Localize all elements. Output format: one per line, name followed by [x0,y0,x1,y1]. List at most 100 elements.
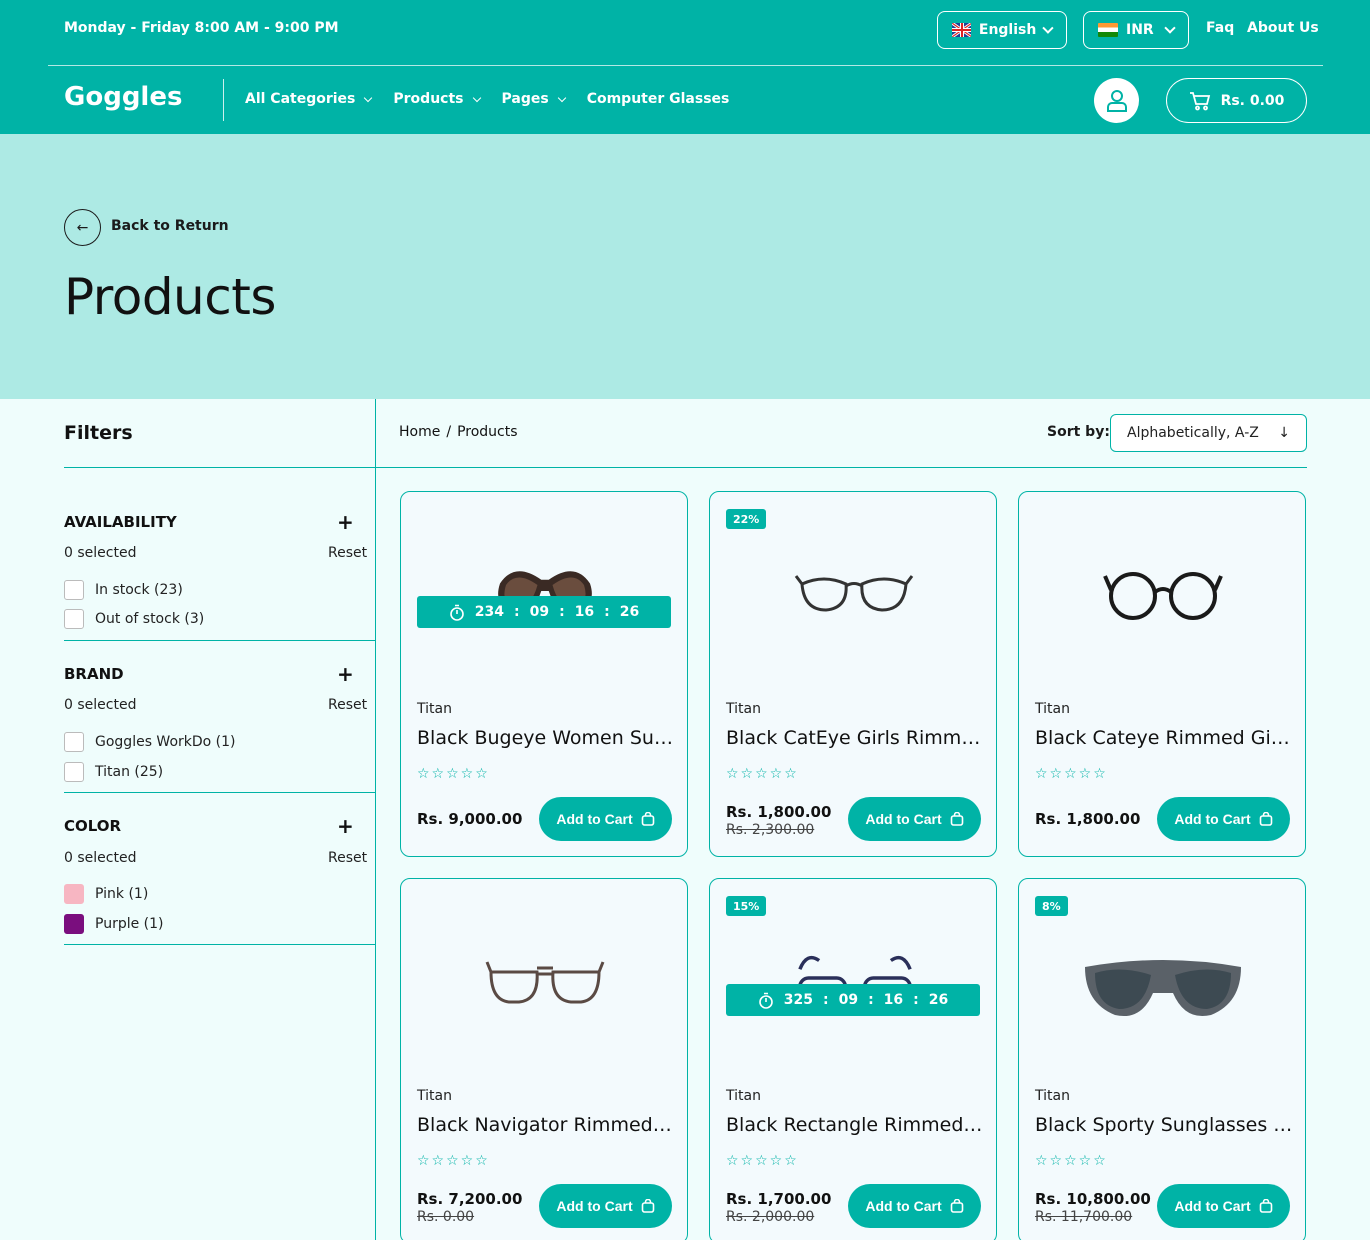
product-card[interactable]: 234: 09: 16: 26 Titan Black Bugeye Women… [400,491,688,857]
cart-total: Rs. 0.00 [1220,92,1285,109]
add-to-cart-button[interactable]: Add to Cart [539,797,672,841]
discount-badge: 8% [1035,896,1068,916]
product-brand: Titan [726,701,761,717]
bag-icon [1259,1199,1272,1213]
bag-icon [641,1199,654,1213]
filter-group-brand-title[interactable]: BRAND [64,665,124,683]
add-to-cart-button[interactable]: Add to Cart [539,1184,672,1228]
checkbox[interactable] [64,732,84,752]
timer-sep: : [822,992,829,1008]
product-price: Rs. 9,000.00 [417,810,523,828]
timer-minutes: 16 [883,992,904,1008]
color-swatch-pink[interactable] [64,884,84,904]
product-name[interactable]: Black Rectangle Rimmed Eyeglasses [726,1114,984,1136]
breadcrumb-separator: / [446,424,452,440]
plus-icon[interactable]: + [337,816,354,836]
nav-computer-glasses-label: Computer Glasses [586,91,730,107]
filter-option-titan[interactable]: Titan (25) [64,762,163,782]
page-hero [0,134,1370,399]
product-name[interactable]: Black Bugeye Women Sunglasses [417,727,675,749]
filter-option-pink[interactable]: Pink (1) [64,884,148,904]
checkbox[interactable] [64,609,84,629]
product-image [1103,572,1223,620]
plus-icon[interactable]: + [337,664,354,684]
add-to-cart-button[interactable]: Add to Cart [1157,797,1290,841]
business-hours: Monday - Friday 8:00 AM - 9:00 PM [64,20,339,36]
filter-reset-link[interactable]: Reset [328,850,367,866]
sidebar-divider [375,399,376,1240]
product-name[interactable]: Black CatEye Girls Rimmed Eyeglasses [726,727,984,749]
product-price: Rs. 7,200.00 [417,1190,523,1208]
filter-selected-count: 0 selected [64,697,137,713]
breadcrumb-home[interactable]: Home [399,424,440,440]
nav-products-label: Products [393,91,464,107]
add-to-cart-label: Add to Cart [865,1198,942,1214]
rating-stars: ☆☆☆☆☆ [417,1153,490,1169]
arrow-down-icon: ↓ [1278,425,1290,441]
product-card[interactable]: Titan Black Navigator Rimmed Eyeglasses … [400,878,688,1240]
add-to-cart-button[interactable]: Add to Cart [1157,1184,1290,1228]
chevron-down-icon [472,93,481,102]
back-button[interactable]: ← [64,209,101,246]
product-price: Rs. 1,800.00 [726,803,832,821]
filter-reset-link[interactable]: Reset [328,545,367,561]
product-name[interactable]: Black Sporty Sunglasses for Men [1035,1114,1293,1136]
discount-badge: 15% [726,896,767,916]
product-brand: Titan [417,701,452,717]
checkbox[interactable] [64,580,84,600]
bag-icon [950,812,963,826]
add-to-cart-button[interactable]: Add to Cart [848,797,981,841]
product-card[interactable]: 15% 325: 09: 16: 26 Titan Black Rectangl… [709,878,997,1240]
add-to-cart-label: Add to Cart [1174,811,1251,827]
discount-badge: 22% [726,509,767,529]
rating-stars: ☆☆☆☆☆ [1035,766,1108,782]
color-swatch-purple[interactable] [64,914,84,934]
timer-sep: : [913,992,919,1008]
filter-group-availability-title[interactable]: AVAILABILITY [64,513,177,531]
filter-divider [64,640,375,641]
filter-option-purple[interactable]: Purple (1) [64,914,164,934]
product-image [794,575,914,612]
product-old-price: Rs. 0.00 [417,1209,475,1225]
filter-option-label: Out of stock (3) [95,611,205,627]
filter-group-color-title[interactable]: COLOR [64,817,121,835]
account-button[interactable] [1094,78,1139,123]
page-title: Products [64,268,276,326]
filter-option-label: Pink (1) [95,886,149,902]
rating-stars: ☆☆☆☆☆ [726,766,799,782]
plus-icon[interactable]: + [337,512,354,532]
cart-icon [1189,91,1210,110]
sort-value: Alphabetically, A-Z [1127,425,1259,441]
cart-button[interactable]: Rs. 0.00 [1166,78,1307,123]
product-card[interactable]: 8% Titan Black Sporty Sunglasses for Men… [1018,878,1306,1240]
about-us-link[interactable]: About Us [1247,20,1319,36]
nav-pages[interactable]: Pages [502,91,566,107]
filter-option-goggles-workdo[interactable]: Goggles WorkDo (1) [64,732,236,752]
nav-all-categories[interactable]: All Categories [245,91,373,107]
main-nav: All Categories Products Pages Computer G… [245,91,751,107]
product-price: Rs. 10,800.00 [1035,1190,1151,1208]
filter-option-label: Goggles WorkDo (1) [95,734,236,750]
back-label[interactable]: Back to Return [111,218,229,234]
rating-stars: ☆☆☆☆☆ [726,1153,799,1169]
nav-products[interactable]: Products [393,91,481,107]
filter-option-in-stock[interactable]: In stock (23) [64,580,183,600]
filter-option-out-of-stock[interactable]: Out of stock (3) [64,609,204,629]
timer-hours: 09 [529,604,550,620]
timer-seconds: 26 [928,992,949,1008]
product-name[interactable]: Black Cateye Rimmed Girls Eyeglasses [1035,727,1293,749]
currency-selector[interactable]: INR [1083,11,1189,49]
add-to-cart-button[interactable]: Add to Cart [848,1184,981,1228]
timer-days: 325 [783,992,813,1008]
product-card[interactable]: Titan Black Cateye Rimmed Girls Eyeglass… [1018,491,1306,857]
nav-computer-glasses[interactable]: Computer Glasses [587,91,730,107]
site-logo[interactable]: Goggles [64,82,182,112]
nav-all-categories-label: All Categories [245,91,356,107]
sort-select[interactable]: Alphabetically, A-Z ↓ [1110,414,1307,452]
language-selector[interactable]: English [937,11,1067,49]
checkbox[interactable] [64,762,84,782]
product-card[interactable]: 22% Titan Black CatEye Girls Rimmed Eyeg… [709,491,997,857]
faq-link[interactable]: Faq [1206,20,1234,36]
product-name[interactable]: Black Navigator Rimmed Eyeglasses [417,1114,675,1136]
filter-reset-link[interactable]: Reset [328,697,367,713]
